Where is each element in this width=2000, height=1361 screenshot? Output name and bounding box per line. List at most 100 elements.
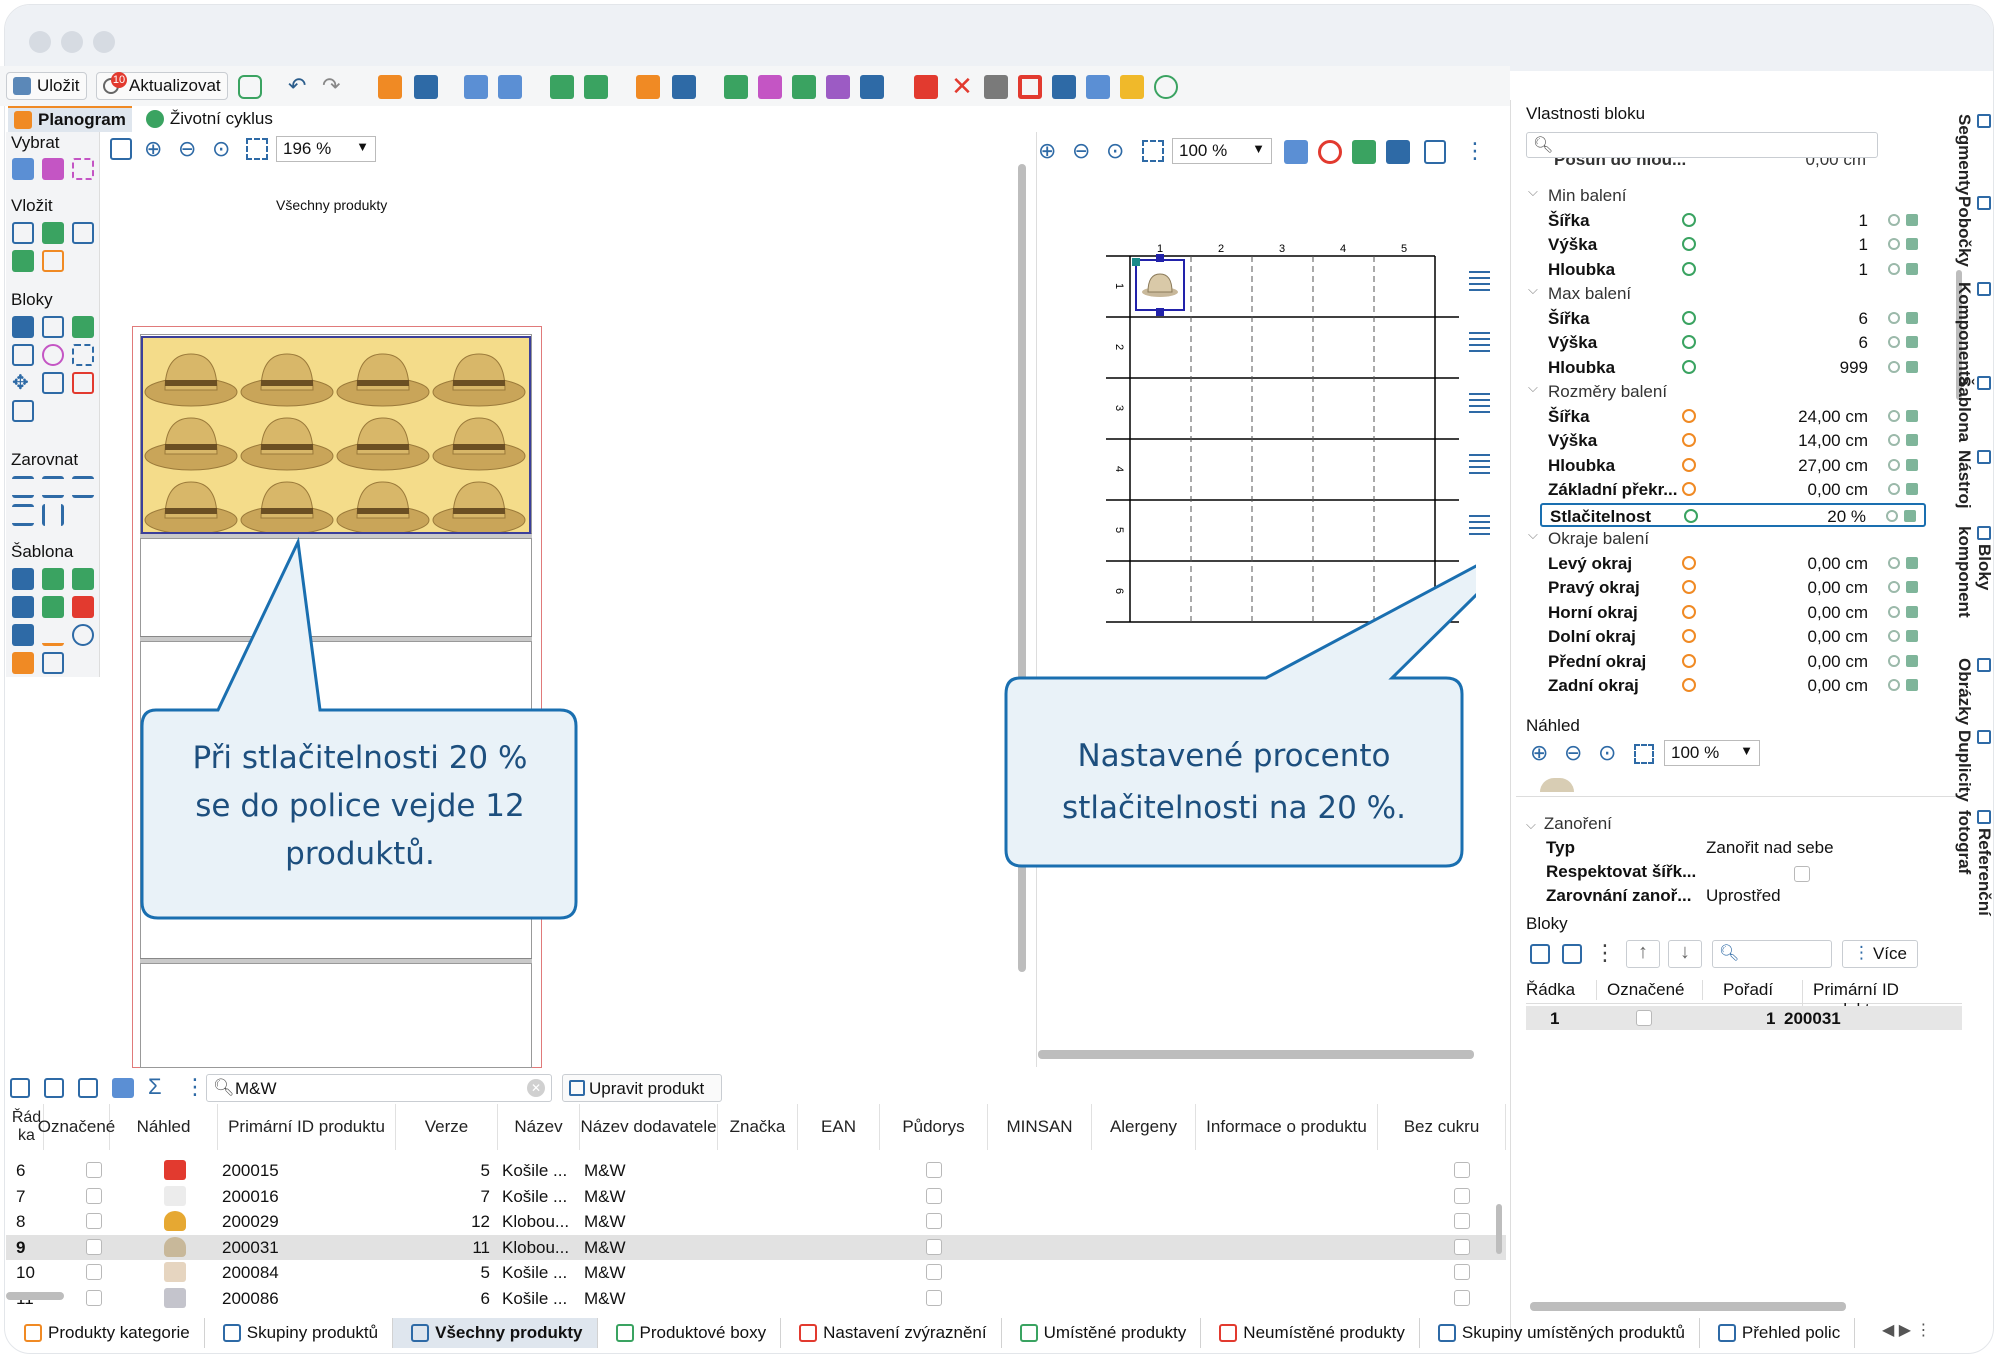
hat-product[interactable] [144, 417, 238, 471]
hat-product[interactable] [432, 417, 526, 471]
hat-product[interactable] [144, 353, 238, 407]
pin-icon[interactable] [1906, 238, 1918, 250]
sugar-free-checkbox[interactable] [1454, 1264, 1470, 1281]
pin-icon[interactable] [1904, 509, 1916, 522]
properties-search-input[interactable]: 🔍︎ [1526, 132, 1878, 158]
mid-zoom-select[interactable]: 100 % ▼ [1172, 138, 1272, 164]
prop-row[interactable]: Šířka 24,00 cm [1526, 405, 1926, 429]
bottom-tab-0[interactable]: Produkty kategorie [6, 1318, 205, 1348]
reset-icon[interactable] [1888, 483, 1900, 495]
column-header[interactable]: Název dodavatele [580, 1104, 718, 1150]
inherit-icon[interactable] [1682, 237, 1696, 251]
column-header[interactable]: Náhled [110, 1104, 218, 1150]
pin-icon[interactable] [1906, 556, 1918, 569]
column-header[interactable]: MINSAN [988, 1104, 1092, 1150]
table-select-all-icon[interactable] [10, 1078, 30, 1098]
right-tab-0[interactable]: Segmenty [1955, 114, 1994, 196]
move-up-button[interactable]: ↑ [1626, 940, 1660, 968]
bottom-tab-8[interactable]: Přehled polic [1700, 1318, 1856, 1348]
mid-zoom-in-icon[interactable]: ⊕ [1038, 138, 1056, 164]
hat-product[interactable] [240, 353, 334, 407]
blocks-copy-icon[interactable] [1562, 944, 1582, 964]
table-row[interactable]: 10 200084 5 Košile ... M&W [6, 1260, 1506, 1285]
reset-icon[interactable] [1888, 434, 1900, 446]
right-tab-7[interactable]: Duplicity [1955, 730, 1994, 810]
bookshelf-icon[interactable] [584, 75, 608, 99]
sum-icon[interactable]: Σ [148, 1074, 162, 1100]
tab-scroll-arrows[interactable]: ◀ ▶ ⋮ [1882, 1320, 1932, 1340]
prop-row[interactable]: Základní překr... 0,00 cm [1526, 478, 1926, 502]
reset-icon[interactable] [1888, 336, 1900, 348]
align-justify-icon[interactable] [12, 504, 34, 526]
blocks-remove-icon[interactable] [72, 372, 94, 394]
inherit-icon[interactable] [1682, 604, 1696, 619]
more-button[interactable]: ⋮ Více [1842, 940, 1918, 968]
product-search-input[interactable]: 🔍︎ M&W ✕ [206, 1074, 552, 1102]
template-6-icon[interactable] [72, 596, 94, 618]
template-8-icon[interactable] [42, 624, 64, 646]
column-header[interactable]: Název [498, 1104, 580, 1150]
select-area-icon[interactable] [42, 158, 64, 180]
table-paste-icon[interactable] [78, 1078, 98, 1098]
zoom-in-icon[interactable]: ⊕ [144, 136, 162, 162]
right-tab-3[interactable]: Šablona [1955, 376, 1994, 450]
move-down-button[interactable]: ↓ [1668, 940, 1702, 968]
shelf-board-3[interactable] [140, 958, 532, 964]
template-2-icon[interactable] [42, 568, 64, 590]
sugar-free-checkbox[interactable] [1454, 1162, 1470, 1178]
sugar-free-checkbox[interactable] [1454, 1238, 1470, 1255]
xlsx-icon[interactable] [792, 75, 816, 99]
copy-icon[interactable] [984, 75, 1008, 99]
right-tab-2[interactable]: Komponenta [1955, 282, 1994, 386]
blocks-merge-icon[interactable] [42, 372, 64, 394]
window-minimize-button[interactable] [61, 31, 83, 53]
edit-icon[interactable] [1086, 75, 1110, 99]
column-header[interactable]: Verze [396, 1104, 498, 1150]
inherit-icon[interactable] [1682, 580, 1696, 594]
reset-icon[interactable] [1888, 630, 1900, 642]
row-checkbox[interactable] [86, 1290, 102, 1306]
bottom-tab-7[interactable]: Skupiny umístěných produktů [1420, 1318, 1700, 1348]
hat-product[interactable] [336, 353, 430, 407]
preview-zoom-fit-icon[interactable] [1634, 744, 1654, 764]
insert-grid-icon[interactable] [12, 250, 34, 272]
reset-icon[interactable] [1888, 262, 1900, 275]
inherit-icon[interactable] [1682, 629, 1696, 643]
pin-icon[interactable] [1906, 581, 1918, 593]
product-table-vscrollbar[interactable] [1496, 1204, 1502, 1254]
right-tab-1[interactable]: Pobočky [1955, 196, 1994, 282]
insert-block-icon[interactable] [12, 222, 34, 244]
mid-zoom-out-icon[interactable]: ⊖ [1072, 138, 1090, 164]
blocks-height-icon[interactable] [42, 316, 64, 338]
link-icon[interactable] [1154, 75, 1178, 99]
prop-row[interactable]: Hloubka 1 [1526, 258, 1926, 282]
hat-product[interactable] [432, 353, 526, 407]
table-row[interactable]: 9 200031 11 Klobou... M&W [6, 1234, 1506, 1260]
inherit-icon[interactable] [1682, 678, 1696, 692]
prop-group[interactable]: ⌵ Min balení [1526, 184, 1926, 208]
color-cycle-icon[interactable] [1318, 140, 1342, 164]
hat-product[interactable] [336, 481, 430, 535]
prop-row-offset[interactable]: Posun do hlou... 0,00 cm [1526, 158, 1926, 172]
inherit-icon[interactable] [1682, 261, 1696, 276]
column-header[interactable]: Alergeny [1092, 1104, 1196, 1150]
column-header[interactable]: Značka [718, 1104, 798, 1150]
save-button[interactable]: Uložit [6, 72, 87, 100]
inherit-icon[interactable] [1682, 359, 1696, 374]
blocks-select-all-icon[interactable] [1530, 944, 1550, 964]
inherit-icon[interactable] [1682, 212, 1696, 227]
sugar-free-checkbox[interactable] [1454, 1213, 1470, 1230]
prop-row[interactable]: Pravý okraj 0,00 cm [1526, 576, 1926, 600]
reset-icon[interactable] [1888, 581, 1900, 593]
nesting-type-value[interactable]: Zanořit nad sebe [1706, 838, 1834, 858]
grid-icon[interactable] [550, 75, 574, 99]
pin-icon[interactable] [1906, 654, 1918, 667]
right-tab-8[interactable]: Referenční fotograf [1955, 810, 1994, 960]
block-handle[interactable] [1156, 254, 1164, 262]
mid-zoom-fit-icon[interactable] [1142, 140, 1164, 162]
cursor-icon[interactable] [724, 75, 748, 99]
row-checkbox[interactable] [86, 1238, 102, 1255]
align-right-icon[interactable] [72, 476, 94, 498]
reset-icon[interactable] [1888, 213, 1900, 226]
sugar-free-checkbox[interactable] [1454, 1290, 1470, 1306]
